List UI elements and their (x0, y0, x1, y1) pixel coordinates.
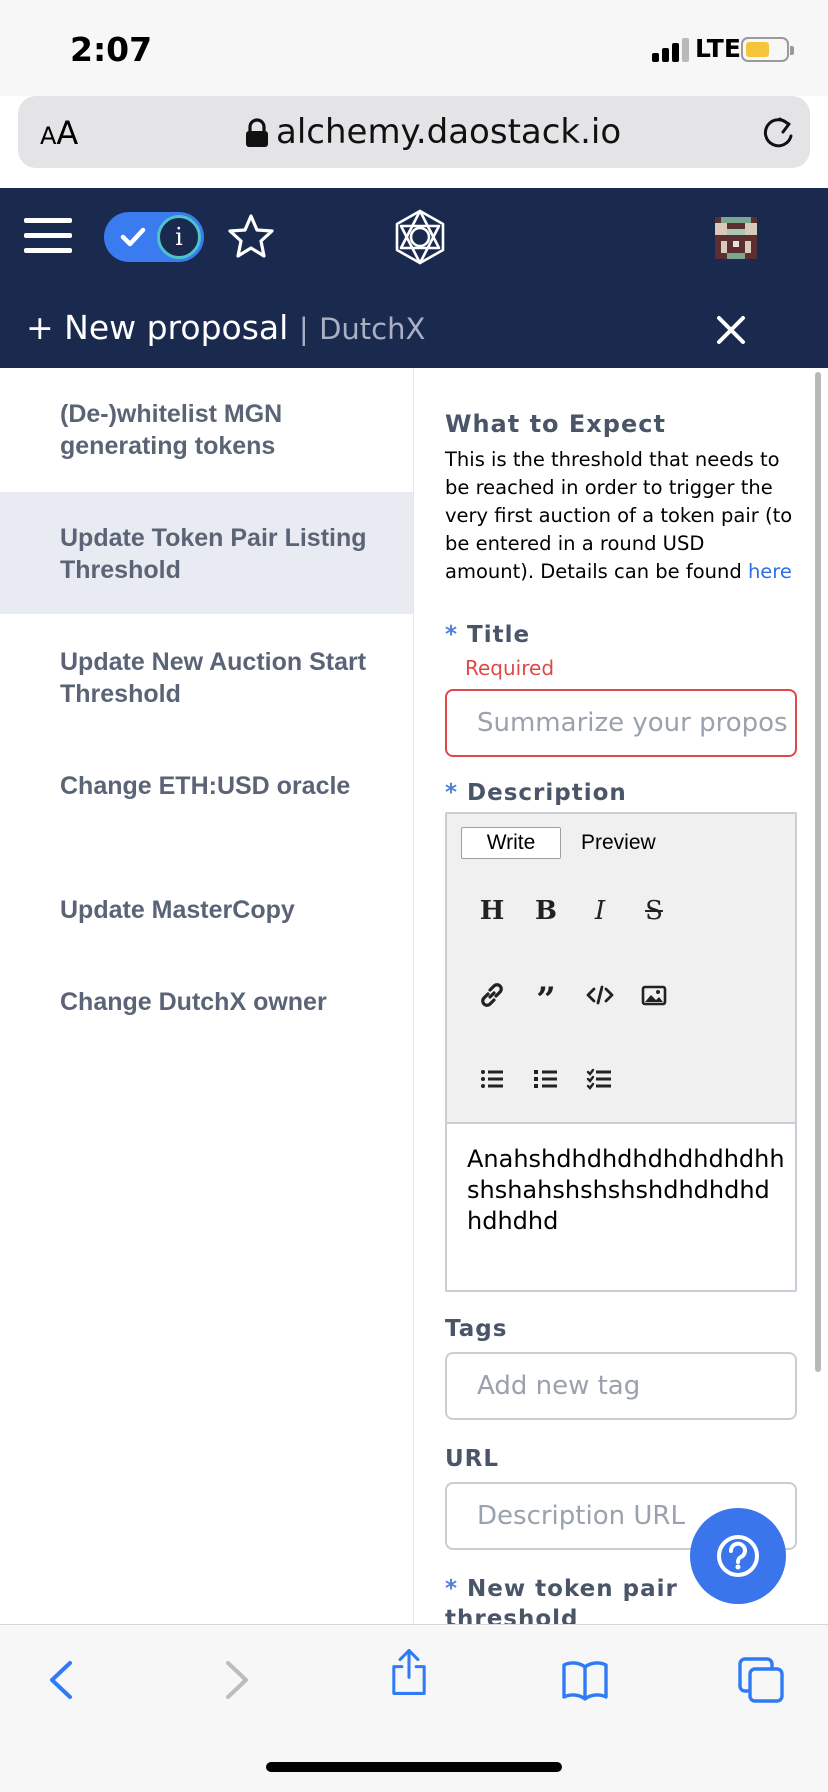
scrollbar[interactable] (815, 372, 821, 1372)
what-to-expect-text: This is the threshold that needs to be r… (445, 446, 795, 586)
sidebar-item-dutchx-owner[interactable]: Change DutchX owner (0, 956, 413, 1048)
threshold-label-text: New token pair threshold (445, 1576, 678, 1624)
sidebar-item-mastercopy[interactable]: Update MasterCopy (0, 864, 413, 956)
title-input[interactable]: Summarize your propos (445, 689, 797, 757)
tabs-icon[interactable] (736, 1655, 786, 1705)
back-icon[interactable] (38, 1655, 88, 1705)
tour-toggle[interactable]: i (104, 212, 204, 262)
bold-icon[interactable]: B (529, 894, 563, 928)
sidebar-item-label: Change DutchX owner (60, 988, 327, 1016)
star-icon[interactable] (226, 212, 276, 262)
what-to-expect-heading: What to Expect (445, 410, 666, 438)
menu-icon[interactable] (24, 218, 72, 254)
description-label: * Description (445, 780, 627, 806)
required-marker: * (445, 622, 459, 648)
scheme-name: DutchX (319, 312, 426, 346)
forward-icon[interactable] (210, 1655, 260, 1705)
new-proposal-title: + New proposal | DutchX (26, 308, 425, 347)
tab-write[interactable]: Write (461, 827, 561, 859)
sidebar-item-label: Update New Auction Start Threshold (60, 648, 367, 708)
close-icon[interactable] (713, 312, 749, 348)
battery-icon (741, 37, 794, 62)
required-marker: * (445, 780, 459, 806)
text-size-button[interactable]: AA (40, 114, 78, 152)
description-label-text: Description (467, 780, 627, 806)
details-link[interactable]: here (748, 560, 792, 583)
link-icon[interactable] (475, 978, 509, 1012)
unordered-list-icon[interactable] (475, 1062, 509, 1096)
title-error: Required (465, 656, 555, 680)
network-type: LTE (695, 34, 741, 63)
status-bar: 2:07 LTE (0, 0, 828, 96)
required-marker: * (445, 1576, 459, 1602)
sidebar-item-label: Change ETH:USD oracle (60, 772, 351, 800)
reload-icon[interactable] (758, 114, 796, 152)
sidebar-item-label: Update Token Pair Listing Threshold (60, 524, 367, 584)
italic-icon[interactable]: I (583, 894, 617, 928)
description-textarea[interactable]: Anahshdhdhdhdhdhdhdhh shshahshshshshdhdh… (467, 1144, 787, 1237)
tags-label: Tags (445, 1316, 508, 1342)
app-header: i + New proposal | DutchX (0, 188, 828, 368)
description-editor: Write Preview H B I S ” Anahshdhdhdhdhdh… (445, 812, 797, 1292)
header-icon[interactable]: H (475, 894, 509, 928)
daostack-logo-icon[interactable] (392, 208, 448, 266)
help-icon (717, 1535, 759, 1577)
checklist-icon[interactable] (583, 1062, 617, 1096)
avatar[interactable] (715, 217, 757, 259)
sidebar-item-label: Update MasterCopy (60, 896, 295, 924)
check-icon (120, 227, 146, 247)
home-indicator (266, 1762, 562, 1772)
sidebar-item-label: (De-)whitelist MGN generating tokens (60, 400, 283, 460)
title-label: * Title (445, 622, 530, 648)
help-button[interactable] (690, 1508, 786, 1604)
status-time: 2:07 (70, 30, 153, 69)
sidebar-item-whitelist-mgn[interactable]: (De-)whitelist MGN generating tokens (0, 368, 413, 490)
sidebar-item-auction-start-threshold[interactable]: Update New Auction Start Threshold (0, 616, 413, 738)
new-proposal-label: + New proposal (26, 308, 289, 347)
ordered-list-icon[interactable] (529, 1062, 563, 1096)
tags-input[interactable]: Add new tag (445, 1352, 797, 1420)
title-separator: | (298, 312, 309, 346)
editor-toolbar: Write Preview H B I S ” (447, 814, 795, 1124)
image-icon[interactable] (637, 978, 671, 1012)
info-icon: i (157, 215, 201, 259)
lock-icon (246, 118, 268, 147)
share-icon[interactable] (384, 1647, 434, 1697)
code-icon[interactable] (583, 978, 617, 1012)
bookmarks-icon[interactable] (560, 1655, 610, 1705)
what-to-expect-body: This is the threshold that needs to be r… (445, 448, 793, 583)
sidebar-item-token-pair-threshold[interactable]: Update Token Pair Listing Threshold (0, 492, 413, 614)
tab-preview[interactable]: Preview (581, 827, 656, 859)
title-label-text: Title (467, 622, 531, 648)
url-domain[interactable]: alchemy.daostack.io (276, 112, 621, 152)
quote-icon[interactable]: ” (529, 978, 563, 1020)
sidebar-item-eth-usd-oracle[interactable]: Change ETH:USD oracle (0, 740, 413, 862)
signal-strength-icon (652, 38, 690, 62)
address-bar[interactable]: AA alchemy.daostack.io (18, 96, 810, 168)
strikethrough-icon[interactable]: S (637, 894, 671, 928)
url-label: URL (445, 1446, 500, 1472)
